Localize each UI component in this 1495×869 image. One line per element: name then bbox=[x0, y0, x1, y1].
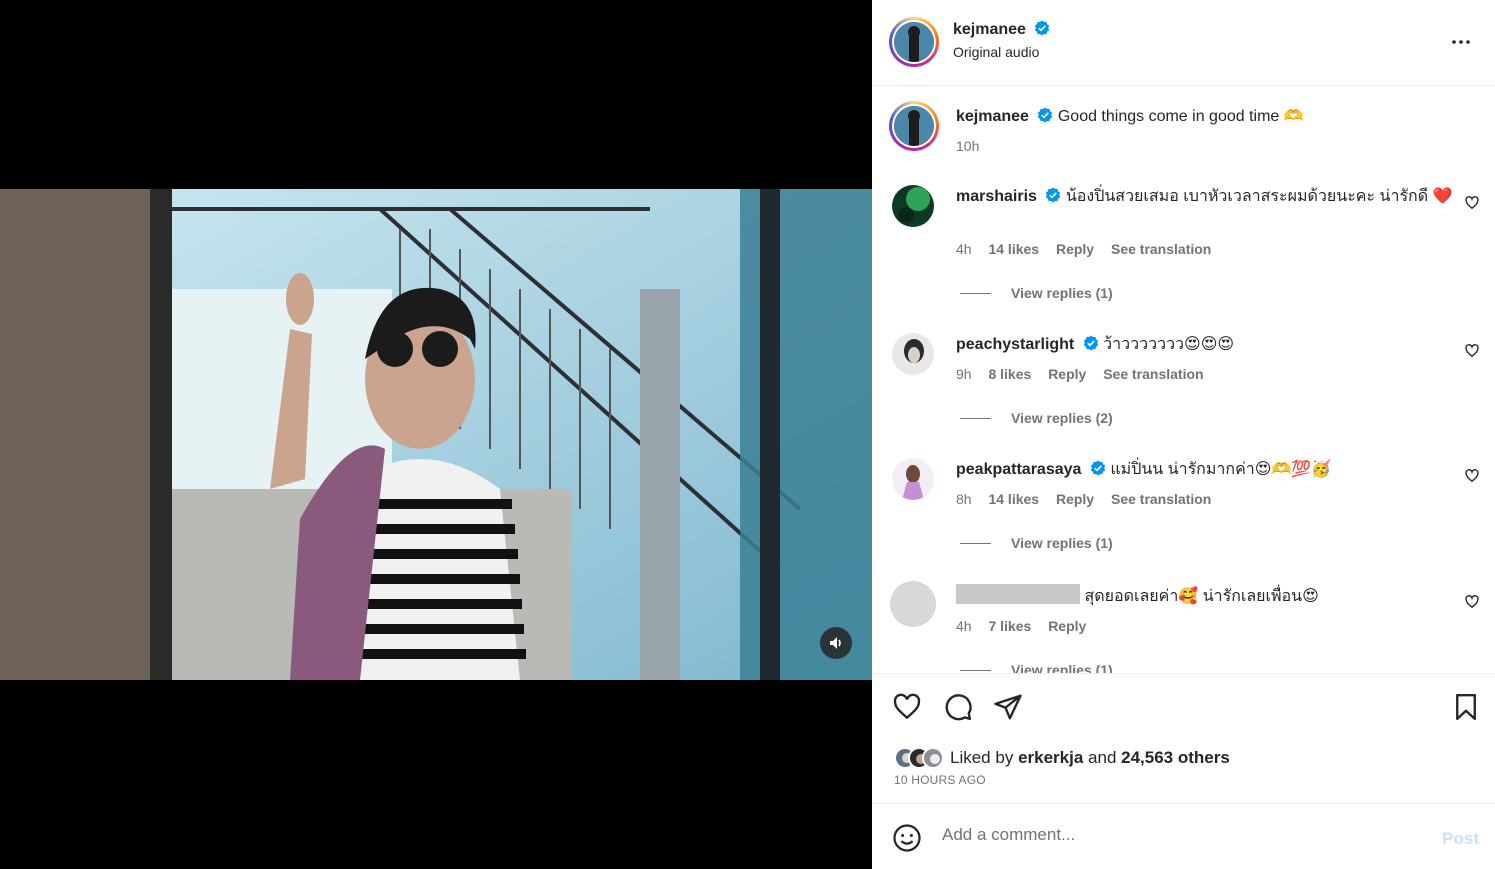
view-replies-label: View replies (1) bbox=[1011, 662, 1113, 673]
comment-input[interactable] bbox=[942, 825, 1412, 845]
video-frame-image bbox=[0, 189, 872, 680]
caption-username[interactable]: kejmanee bbox=[956, 108, 1029, 125]
liker-avatar bbox=[922, 747, 944, 769]
comment-time: 4h bbox=[956, 241, 972, 257]
author-avatar[interactable] bbox=[889, 17, 939, 67]
more-options-icon bbox=[1452, 40, 1470, 44]
comment-likes[interactable]: 14 likes bbox=[988, 491, 1039, 507]
media-pane bbox=[0, 0, 872, 869]
comment-likes[interactable]: 14 likes bbox=[988, 241, 1039, 257]
view-replies-button[interactable]: View replies (2) bbox=[960, 410, 1113, 426]
comment-like-button[interactable] bbox=[1465, 595, 1479, 612]
save-button[interactable] bbox=[1451, 692, 1481, 725]
comment-avatar[interactable] bbox=[892, 458, 934, 500]
comment-username[interactable]: peakpattarasaya bbox=[956, 461, 1081, 478]
see-translation-button[interactable]: See translation bbox=[1111, 241, 1211, 257]
see-translation-button[interactable]: See translation bbox=[1103, 366, 1203, 382]
post-header: kejmanee Original audio bbox=[872, 0, 1495, 86]
share-icon bbox=[994, 694, 1022, 720]
heart-icon bbox=[1465, 469, 1479, 483]
emoji-button[interactable] bbox=[892, 823, 922, 856]
post-side-panel: kejmanee Original audio kejmanee Good th… bbox=[872, 0, 1495, 869]
verified-badge-icon bbox=[1083, 335, 1098, 351]
comment-username[interactable]: peachystarlight bbox=[956, 336, 1074, 353]
comment-like-button[interactable] bbox=[1465, 469, 1479, 486]
like-button[interactable] bbox=[892, 692, 922, 725]
heart-icon bbox=[1465, 196, 1479, 210]
view-replies-button[interactable]: View replies (1) bbox=[960, 662, 1113, 673]
author-username[interactable]: kejmanee bbox=[953, 21, 1026, 38]
caption-avatar[interactable] bbox=[889, 101, 939, 151]
comment-text: ว้าววววววว😍😍😍 bbox=[1103, 336, 1235, 353]
post-actions: Liked by erkerkja and 24,563 others 10 H… bbox=[872, 673, 1495, 804]
comment-bar: Post bbox=[872, 805, 1495, 869]
comment-avatar[interactable] bbox=[892, 333, 934, 375]
comment-avatar[interactable] bbox=[892, 185, 934, 227]
verified-badge-icon bbox=[1038, 107, 1053, 123]
bookmark-icon bbox=[1456, 693, 1476, 721]
more-options-button[interactable] bbox=[1449, 30, 1473, 57]
heart-icon bbox=[1465, 595, 1479, 609]
reply-button[interactable]: Reply bbox=[1056, 241, 1094, 257]
reply-button[interactable]: Reply bbox=[1048, 618, 1086, 634]
comment-text: แม่ปิ่นน น่ารักมากค่า😍🫶💯🥳 bbox=[1110, 461, 1332, 478]
verified-badge-icon bbox=[1046, 187, 1061, 203]
share-button[interactable] bbox=[993, 692, 1023, 725]
comment-time: 4h bbox=[956, 618, 972, 634]
comments-list[interactable]: kejmanee Good things come in good time 🫶… bbox=[872, 87, 1495, 673]
comment-avatar[interactable] bbox=[890, 581, 936, 627]
post-timestamp[interactable]: 10 HOURS AGO bbox=[894, 773, 986, 787]
comment-likes[interactable]: 8 likes bbox=[988, 366, 1031, 382]
comment-username[interactable]: marshairis bbox=[956, 188, 1037, 205]
redacted-username bbox=[956, 584, 1080, 604]
liked-by: Liked by erkerkja and 24,563 others bbox=[894, 747, 1230, 769]
liked-by-user[interactable]: erkerkja bbox=[1018, 748, 1083, 768]
comment-time: 8h bbox=[956, 491, 972, 507]
emoji-icon bbox=[893, 824, 921, 852]
heart-icon bbox=[893, 693, 921, 720]
comment-icon bbox=[945, 694, 972, 721]
comment-text: สุดยอดเลยค่า🥰 น่ารักเลยเพื่อน😍 bbox=[1084, 588, 1319, 605]
reel-video[interactable] bbox=[0, 189, 872, 680]
view-replies-button[interactable]: View replies (1) bbox=[960, 285, 1113, 301]
verified-badge-icon bbox=[1034, 20, 1049, 36]
caption-text: Good things come in good time 🫶 bbox=[1057, 108, 1304, 125]
post-comment-button[interactable]: Post bbox=[1442, 829, 1479, 849]
view-replies-label: View replies (1) bbox=[1011, 285, 1113, 301]
view-replies-label: View replies (1) bbox=[1011, 535, 1113, 551]
audio-label[interactable]: Original audio bbox=[953, 44, 1050, 60]
reply-button[interactable]: Reply bbox=[1048, 366, 1086, 382]
view-replies-button[interactable]: View replies (1) bbox=[960, 535, 1113, 551]
comment-time: 9h bbox=[956, 366, 972, 382]
liked-by-others[interactable]: 24,563 others bbox=[1121, 748, 1230, 768]
mute-toggle-button[interactable] bbox=[820, 627, 852, 659]
see-translation-button[interactable]: See translation bbox=[1111, 491, 1211, 507]
caption-time: 10h bbox=[956, 138, 980, 154]
comment-like-button[interactable] bbox=[1465, 196, 1479, 213]
reply-button[interactable]: Reply bbox=[1056, 491, 1094, 507]
comment-text: น้องปิ่นสวยเสมอ เบาหัวเวลาสระผมด้วยนะคะ … bbox=[1065, 188, 1453, 205]
liked-by-and: and bbox=[1088, 748, 1117, 767]
view-replies-label: View replies (2) bbox=[1011, 410, 1113, 426]
liked-by-prefix: Liked by bbox=[950, 748, 1014, 767]
speaker-icon bbox=[830, 637, 841, 649]
comment-likes[interactable]: 7 likes bbox=[988, 618, 1031, 634]
verified-badge-icon bbox=[1090, 460, 1105, 476]
comment-like-button[interactable] bbox=[1465, 344, 1479, 361]
heart-icon bbox=[1465, 344, 1479, 358]
comment-button[interactable] bbox=[943, 692, 973, 725]
